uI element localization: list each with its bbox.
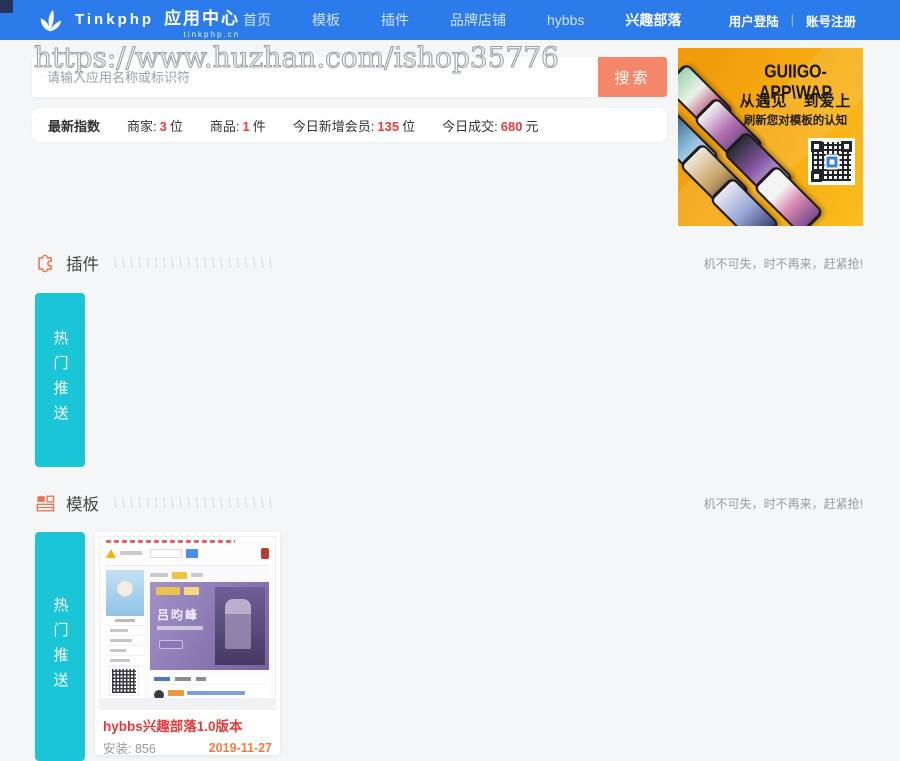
- brand-domain: tinkphp.cn: [75, 30, 240, 39]
- plugin-section-promo: 机不可失，时不再来，赶紧抢!: [704, 255, 863, 272]
- brand-name: Tinkphp: [75, 11, 154, 28]
- layout-icon: [35, 493, 56, 514]
- stat-merchants: 商家:3位: [127, 116, 183, 135]
- nav-item-brand-shop[interactable]: 品牌店铺: [450, 10, 506, 30]
- thumb-tag-row: [150, 570, 269, 580]
- template-section-title: 模板: [66, 491, 99, 515]
- brand-text: Tinkphp 应用中心 tinkphp.cn: [75, 4, 240, 39]
- template-section-promo: 机不可失，时不再来，赶紧抢!: [704, 495, 863, 512]
- thumb-site-header: [106, 546, 269, 560]
- brand-suffix: 应用中心: [164, 4, 240, 29]
- page: Tinkphp 应用中心 tinkphp.cn 首页 模板 插件 品牌店铺 hy…: [0, 0, 900, 761]
- thumb-main-area: 吕昀峰: [150, 570, 269, 698]
- template-thumbnail[interactable]: 吕昀峰: [99, 536, 276, 710]
- puzzle-icon: [35, 253, 56, 274]
- thumb-site-body: 吕昀峰: [106, 565, 269, 698]
- thumb-banner-chip: [156, 587, 180, 595]
- nav-item-templates[interactable]: 模板: [312, 10, 340, 30]
- nav-item-interest-tribe[interactable]: 兴趣部落: [625, 10, 681, 30]
- stat-new-members-value: 135: [377, 119, 399, 134]
- thumb-avatar: [106, 570, 144, 616]
- stat-new-members: 今日新增会员:135位: [293, 116, 415, 135]
- login-link[interactable]: 用户登陆: [729, 11, 779, 30]
- auth-divider: |: [791, 13, 794, 27]
- stat-today-sales: 今日成交:680元: [442, 116, 538, 135]
- thumb-banner-chip: [184, 587, 199, 595]
- stats-title: 最新指数: [48, 116, 100, 135]
- qr-code: [808, 138, 855, 185]
- section-slash-decoration: \\\\\\\\\\\\\\\\\\\\: [113, 255, 276, 272]
- stat-products: 商品:1件: [210, 116, 266, 135]
- nav-item-hybbs[interactable]: hybbs: [547, 12, 584, 28]
- install-count: 安装: 856: [103, 738, 156, 755]
- template-hot-ribbon-label: 热门推送: [50, 597, 71, 697]
- template-card[interactable]: 吕昀峰: [95, 532, 280, 755]
- thumb-sidebar: [106, 570, 144, 698]
- ad-subtitle: 刷新您对模板的认知: [730, 112, 861, 128]
- search-input[interactable]: [32, 57, 598, 97]
- template-card-date: 2019-11-27: [209, 741, 272, 755]
- thumb-seal-icon: [261, 548, 269, 559]
- stat-today-sales-value: 680: [501, 119, 523, 134]
- template-hot-ribbon: 热门推送: [35, 532, 85, 761]
- thumb-watermark-line: [106, 540, 235, 543]
- thumb-qr-code: [109, 666, 139, 696]
- thumb-search-button: [186, 549, 198, 558]
- plugin-hot-ribbon-label: 热门推送: [50, 330, 71, 430]
- stats-bar: 最新指数 商家:3位 商品:1件 今日新增会员:135位 今日成交:680元: [32, 108, 667, 142]
- thumb-footer-band: [100, 698, 275, 709]
- navbar: Tinkphp 应用中心 tinkphp.cn 首页 模板 插件 品牌店铺 hy…: [0, 0, 900, 40]
- thumb-banner-button: [159, 640, 183, 649]
- plugin-hot-ribbon: 热门推送: [35, 293, 85, 467]
- ad-slogan: 从遇见 到爱上: [730, 90, 861, 111]
- template-card-meta: 安装: 856 2019-11-27: [103, 738, 272, 755]
- qr-center-logo: [824, 154, 839, 169]
- register-link[interactable]: 账号注册: [806, 11, 856, 30]
- search-button[interactable]: 搜索: [598, 57, 667, 97]
- brand-logo[interactable]: Tinkphp 应用中心 tinkphp.cn: [36, 4, 240, 39]
- thumb-banner-photo: [215, 587, 265, 665]
- thumb-text-bar: [120, 551, 142, 555]
- section-slash-decoration: \\\\\\\\\\\\\\\\\\\\: [113, 495, 276, 512]
- nav-item-plugins[interactable]: 插件: [381, 10, 409, 30]
- thumb-banner: 吕昀峰: [150, 582, 269, 670]
- nav-menu: 首页 模板 插件 品牌店铺 hybbs 兴趣部落: [243, 0, 681, 40]
- thumb-banner-subtitle-bar: [157, 626, 203, 630]
- template-section-header: 模板 \\\\\\\\\\\\\\\\\\\\ 机不可失，时不再来，赶紧抢!: [35, 486, 863, 520]
- lotus-logo-icon: [36, 7, 66, 37]
- nav-item-home[interactable]: 首页: [243, 10, 271, 30]
- corner-decoration: [0, 0, 13, 13]
- thumb-search-box: [150, 549, 182, 558]
- plugin-section-title: 插件: [66, 251, 99, 275]
- ad-banner[interactable]: GUIIGO-APP\WAP 从遇见 到爱上 刷新您对模板的认知: [678, 48, 863, 226]
- stat-products-value: 1: [243, 119, 250, 134]
- thumb-banner-name: 吕昀峰: [157, 606, 199, 623]
- stat-merchants-value: 3: [160, 119, 167, 134]
- plugin-section-header: 插件 \\\\\\\\\\\\\\\\\\\\ 机不可失，时不再来，赶紧抢!: [35, 246, 863, 280]
- template-card-title[interactable]: hybbs兴趣部落1.0版本: [103, 715, 272, 735]
- thumb-logo-icon: [106, 549, 116, 558]
- nav-auth: 用户登陆 | 账号注册: [729, 0, 856, 40]
